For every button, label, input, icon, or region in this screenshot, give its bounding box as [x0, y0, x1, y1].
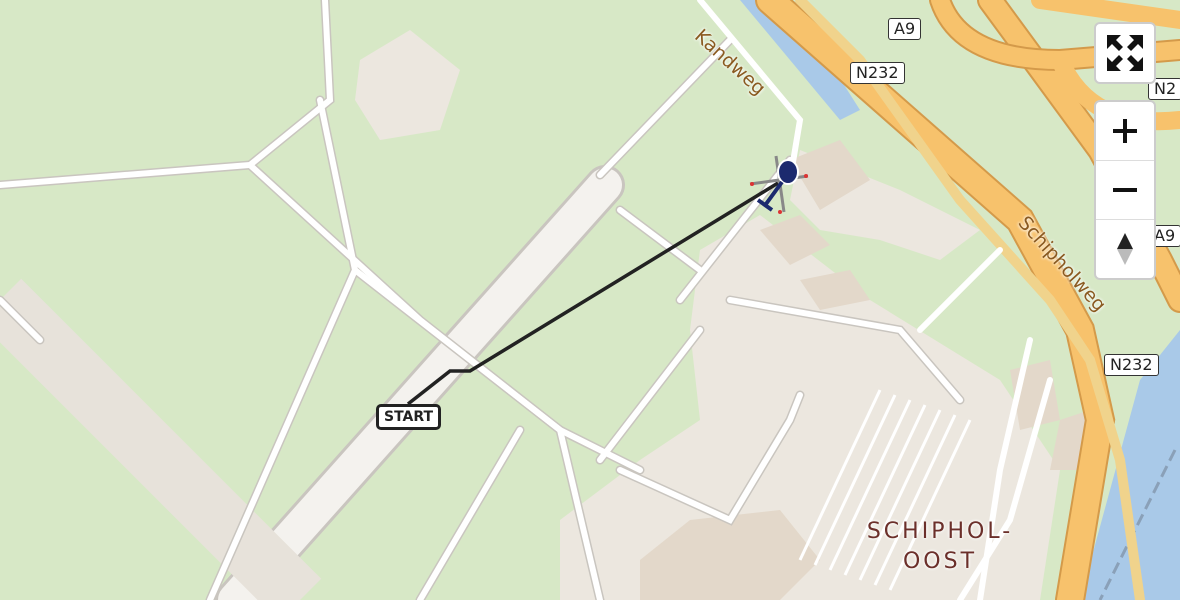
compass-icon [1117, 233, 1133, 265]
fullscreen-button[interactable] [1096, 24, 1154, 82]
road-shield-a9-top: A9 [888, 18, 922, 40]
map-canvas[interactable] [0, 0, 1180, 600]
road-shield-n232-top: N232 [850, 62, 905, 84]
district-label-line2: OOST [902, 549, 978, 574]
fullscreen-control [1094, 22, 1156, 84]
zoom-in-button[interactable] [1096, 102, 1154, 161]
zoom-out-button[interactable] [1096, 161, 1154, 220]
district-label-line1: SCHIPHOL- [866, 519, 1014, 544]
compass-button[interactable] [1096, 220, 1154, 278]
fullscreen-icon [1107, 35, 1143, 71]
zoom-control [1094, 100, 1156, 280]
start-marker: START [376, 404, 442, 430]
minus-icon [1113, 188, 1137, 192]
road-shield-n232-right: N232 [1104, 354, 1159, 376]
plus-icon [1113, 119, 1137, 143]
district-label: SCHIPHOL- OOST [850, 517, 1030, 577]
